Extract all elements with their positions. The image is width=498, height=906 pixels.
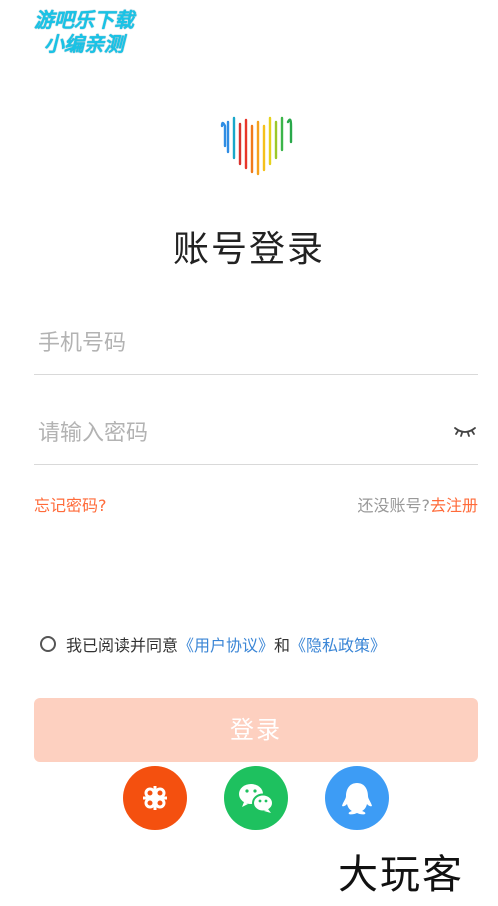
agreement-prefix: 我已阅读并同意 [66,636,179,655]
register-link[interactable]: 去注册 [430,496,478,515]
phone-input[interactable] [36,322,440,364]
watermark-line1: 游吧乐下载 [34,8,134,32]
watermark-top: 游吧乐下载 小编亲测 [14,8,154,56]
agreement-row: 我已阅读并同意 《用户协议》和《隐私政策》 [40,632,386,656]
no-account-text: 还没账号? [357,496,430,515]
qq-icon [342,783,372,815]
eye-closed-icon[interactable] [452,420,478,440]
forgot-password-link[interactable]: 忘记密码? [34,492,107,516]
agreement-and: 和 [274,636,291,655]
watermark-line2: 小编亲测 [44,32,124,56]
app-logo-icon [220,116,293,176]
no-account-prompt: 还没账号?去注册 [357,492,478,516]
unicom-login-button[interactable] [123,766,187,830]
privacy-policy-link[interactable]: 《隐私政策》 [290,632,386,656]
agreement-radio[interactable] [40,636,56,652]
qq-login-button[interactable] [325,766,389,830]
wechat-icon [239,784,274,813]
phone-field [34,322,478,375]
watermark-bottom: 大玩客 [338,852,464,898]
password-input[interactable] [36,412,440,454]
unicom-icon [143,786,167,810]
login-button[interactable]: 登录 [34,698,478,762]
password-field [34,412,478,465]
wechat-login-button[interactable] [224,766,288,830]
page-title: 账号登录 [172,229,325,270]
user-agreement-link[interactable]: 《用户协议》 [178,632,274,656]
